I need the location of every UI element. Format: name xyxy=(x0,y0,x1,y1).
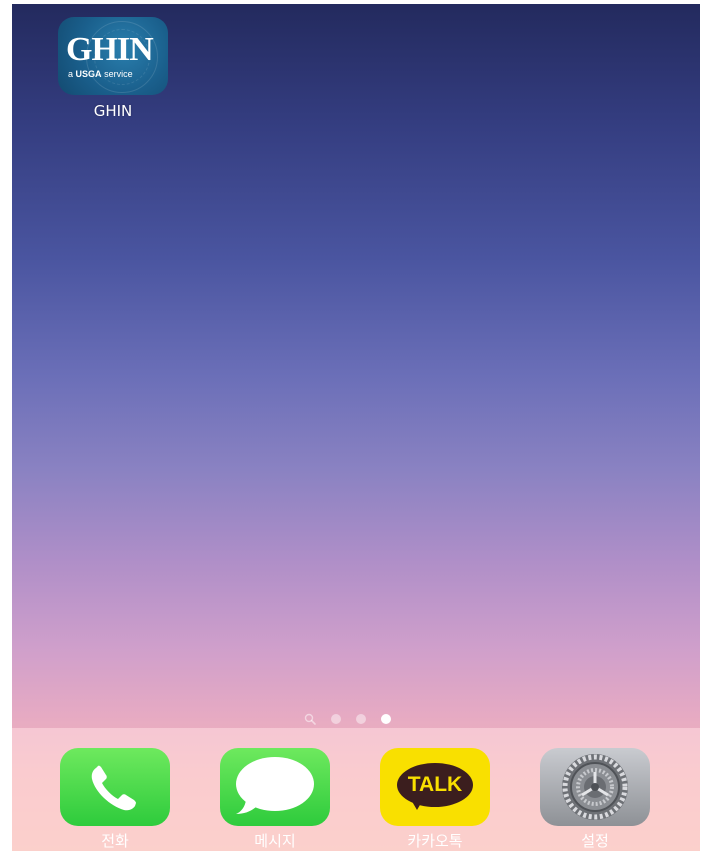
dock-app-kakaotalk[interactable]: TALK 카카오톡 xyxy=(379,748,491,850)
kakao-bubble-tail xyxy=(410,798,424,810)
dock-label-messages: 메시지 xyxy=(254,832,296,850)
dock-label-settings: 설정 xyxy=(581,832,609,850)
dock: 전화 메시지 TALK 카카오톡 설정 xyxy=(12,728,700,851)
dock-app-settings[interactable]: 설정 xyxy=(539,748,651,850)
page-dot-1[interactable] xyxy=(331,714,341,724)
kakaotalk-icon[interactable]: TALK xyxy=(380,748,490,826)
settings-gear-icon[interactable] xyxy=(540,748,650,826)
app-label-ghin: GHIN xyxy=(93,102,133,120)
page-dot-current[interactable] xyxy=(381,714,391,724)
ghin-logo-text: GHIN xyxy=(66,31,154,68)
page-dot-2[interactable] xyxy=(356,714,366,724)
phone-icon[interactable] xyxy=(60,748,170,826)
page-indicator[interactable] xyxy=(304,712,414,726)
ghin-app-icon[interactable]: GHIN a USGA service xyxy=(58,17,168,95)
dock-label-phone: 전화 xyxy=(101,832,129,850)
search-page-icon[interactable] xyxy=(304,713,316,725)
dock-app-messages[interactable]: 메시지 xyxy=(219,748,331,850)
dock-label-kakaotalk: 카카오톡 xyxy=(407,832,463,850)
app-ghin[interactable]: GHIN a USGA service GHIN xyxy=(58,17,168,120)
kakao-logo-text: TALK xyxy=(407,773,463,796)
dock-app-phone[interactable]: 전화 xyxy=(59,748,171,850)
home-screen: GHIN a USGA service GHIN 전화 메시지 TALK 카카오… xyxy=(12,4,700,851)
messages-icon[interactable] xyxy=(220,748,330,826)
ghin-logo-subtitle: a USGA service xyxy=(68,69,133,79)
